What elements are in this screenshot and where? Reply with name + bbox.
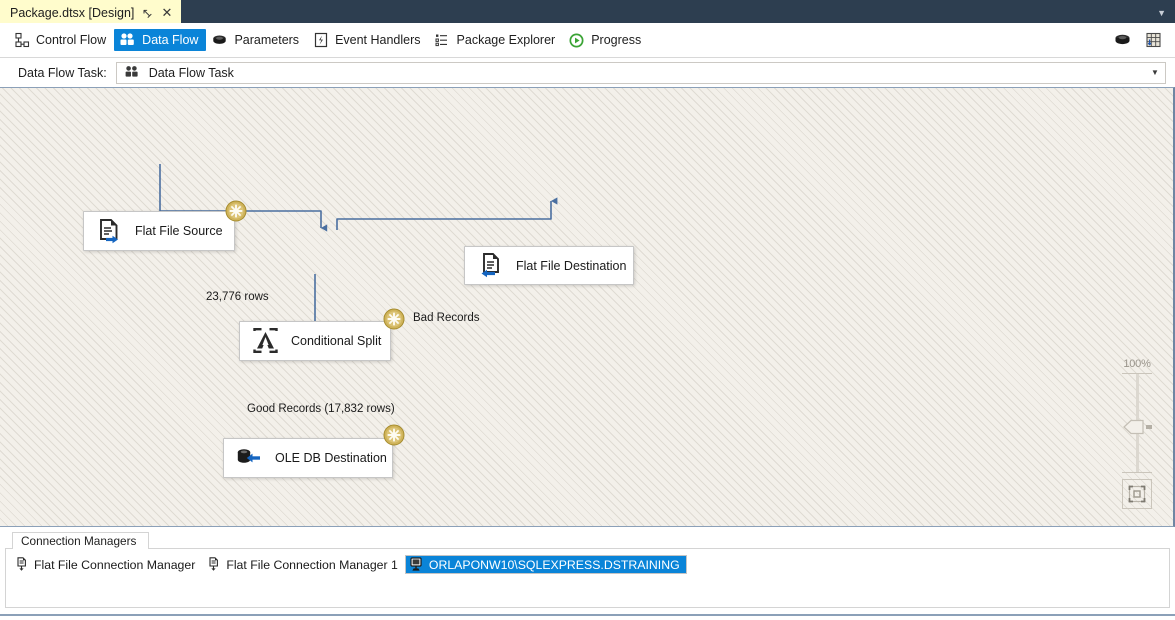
document-tab-bar: Package.dtsx [Design] ↤ ✕ ▼ (0, 0, 1175, 23)
path-label-good-records: Good Records (17,832 rows) (247, 403, 395, 415)
zoom-slider[interactable] (1122, 374, 1152, 472)
tab-package-explorer-label: Package Explorer (456, 33, 556, 47)
connection-manager-label: ORLAPONW10\SQLEXPRESS.DSTRAINING (428, 557, 680, 572)
document-tab-title: Package.dtsx [Design] (10, 5, 135, 20)
node-ole-db-destination-label: OLE DB Destination (275, 451, 387, 465)
ssis-data-flow-designer: Package.dtsx [Design] ↤ ✕ ▼ Control Flow (0, 0, 1175, 620)
document-tab-package-dtsx[interactable]: Package.dtsx [Design] ↤ ✕ (0, 0, 182, 23)
tab-data-flow-label: Data Flow (142, 33, 199, 47)
flat-file-connection-icon (14, 557, 28, 573)
node-conditional-split-label: Conditional Split (291, 334, 382, 348)
node-flat-file-source[interactable]: Flat File Source (83, 211, 235, 251)
tab-progress[interactable]: Progress (563, 29, 649, 51)
tab-data-flow[interactable]: Data Flow (114, 29, 207, 51)
close-icon[interactable]: ✕ (160, 6, 173, 19)
conditional-split-icon (250, 326, 280, 356)
node-ole-db-destination[interactable]: OLE DB Destination (223, 438, 393, 478)
server-connection-icon (409, 557, 423, 573)
data-flow-icon (119, 32, 136, 49)
zoom-fit-top-rule (1122, 472, 1152, 473)
tab-strip-right-icons (1112, 30, 1169, 50)
connector-bad-records (336, 197, 558, 230)
node-flat-file-source-label: Flat File Source (135, 224, 223, 238)
tab-control-flow[interactable]: Control Flow (8, 29, 114, 51)
chevron-down-icon[interactable]: ▼ (1145, 63, 1165, 83)
pin-icon[interactable]: ↤ (139, 4, 156, 21)
control-flow-icon (13, 32, 30, 49)
path-label-source-to-split: 23,776 rows (206, 291, 269, 303)
designer-tab-strip: Control Flow Data Flow Parameters Event … (0, 23, 1175, 58)
annotation-badge-icon[interactable] (225, 200, 247, 222)
path-label-bad-records: Bad Records (413, 312, 480, 324)
connector-layer (159, 164, 558, 347)
annotation-badge-icon[interactable] (383, 308, 405, 330)
variables-grid-icon[interactable] (1143, 30, 1163, 50)
parameters-box-icon[interactable] (1112, 30, 1132, 50)
tab-event-handlers[interactable]: Event Handlers (307, 29, 428, 51)
connection-manager-item-sqlexpress[interactable]: ORLAPONW10\SQLEXPRESS.DSTRAINING (404, 555, 687, 574)
tab-control-flow-label: Control Flow (36, 33, 107, 47)
chevron-down-icon[interactable]: ▼ (1157, 9, 1175, 23)
annotation-badge-icon[interactable] (383, 424, 405, 446)
data-flow-task-label: Data Flow Task: (18, 65, 107, 80)
data-flow-task-icon (124, 64, 141, 81)
flat-file-source-icon (94, 216, 124, 246)
node-conditional-split[interactable]: Conditional Split (239, 321, 391, 361)
tab-progress-label: Progress (591, 33, 642, 47)
connection-manager-item-flat-file-1[interactable]: Flat File Connection Manager 1 (202, 555, 405, 574)
tab-event-handlers-label: Event Handlers (335, 33, 421, 47)
flat-file-connection-icon (206, 557, 220, 573)
event-handlers-icon (312, 32, 329, 49)
tab-parameters[interactable]: Parameters (206, 29, 307, 51)
data-flow-task-value: Data Flow Task (148, 65, 234, 80)
tab-package-explorer[interactable]: Package Explorer (429, 29, 564, 51)
fit-to-window-icon[interactable] (1122, 479, 1152, 509)
connection-managers-list: Flat File Connection Manager Flat File C… (5, 548, 1170, 608)
connection-manager-label: Flat File Connection Manager 1 (226, 557, 398, 572)
parameters-icon (211, 32, 228, 49)
data-flow-canvas[interactable]: Flat File Source Flat File Destination C… (0, 87, 1175, 527)
bottom-divider (0, 614, 1175, 616)
package-explorer-icon (434, 32, 451, 49)
data-flow-task-combobox[interactable]: Data Flow Task ▼ (115, 61, 1166, 84)
connection-manager-label: Flat File Connection Manager (34, 557, 196, 572)
slider-thumb-icon[interactable] (1122, 418, 1156, 441)
zoom-percent-label: 100% (1123, 358, 1151, 370)
progress-play-icon (568, 32, 585, 49)
ole-db-destination-icon (234, 443, 264, 473)
connection-managers-pane: Connection Managers Flat File Connection… (0, 529, 1175, 613)
node-flat-file-destination[interactable]: Flat File Destination (464, 246, 634, 285)
flat-file-destination-icon (475, 251, 505, 281)
connection-managers-header[interactable]: Connection Managers (12, 532, 149, 549)
tab-parameters-label: Parameters (234, 33, 300, 47)
data-flow-task-bar: Data Flow Task: Data Flow Task ▼ (0, 58, 1175, 87)
connection-manager-item-flat-file[interactable]: Flat File Connection Manager (10, 555, 202, 574)
node-flat-file-destination-label: Flat File Destination (516, 258, 627, 273)
zoom-control: 100% (1115, 358, 1159, 509)
